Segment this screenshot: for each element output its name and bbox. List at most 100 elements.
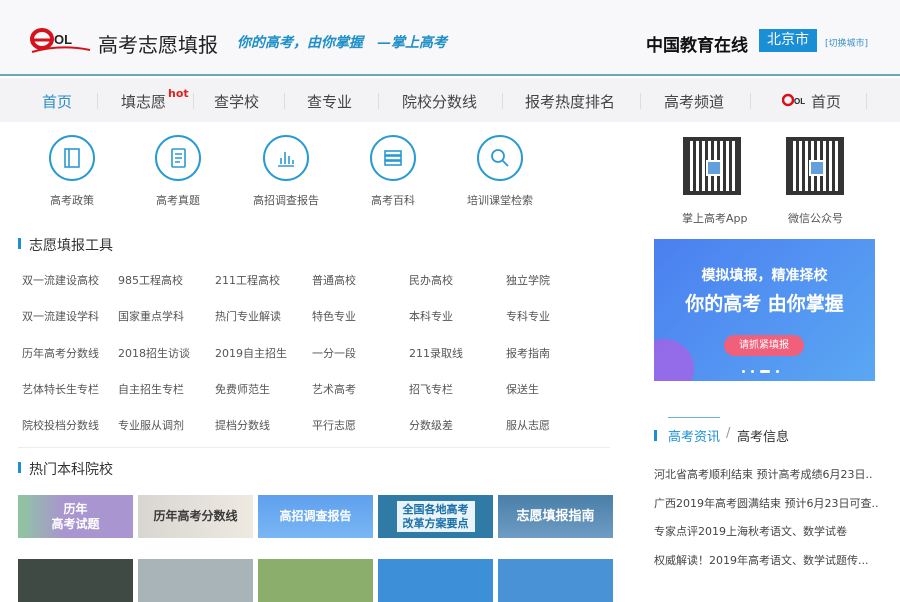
promo-banner[interactable]: 模拟填报，精准择校 你的高考 由你掌握 请抓紧填报 xyxy=(654,239,875,381)
nav-divider xyxy=(284,93,285,109)
tool-link[interactable]: 专业服从调剂 xyxy=(118,417,184,433)
nav-fill-application[interactable]: 填志愿 xyxy=(121,91,166,112)
promo-fill-button[interactable]: 请抓紧填报 xyxy=(724,335,804,356)
quick-link-real-exams[interactable]: 高考真题 xyxy=(133,135,223,208)
nav-divider xyxy=(193,93,194,109)
tool-link[interactable]: 国家重点学科 xyxy=(118,308,184,324)
banner-application-guide[interactable]: 志愿填报指南 xyxy=(498,495,613,538)
banner-more[interactable] xyxy=(18,559,133,602)
promo-line2: 你的高考 由你掌握 xyxy=(685,293,844,315)
header: OL 高考志愿填报 你的高考，由你掌握 —掌上高考 中国教育在线 北京市 [切换… xyxy=(0,0,900,76)
tool-link[interactable]: 招飞专栏 xyxy=(409,381,453,397)
qr-label-app: 掌上高考App xyxy=(682,212,748,225)
banner-past-scores[interactable]: 历年高考分数线 xyxy=(138,495,253,538)
tool-link[interactable]: 2019自主招生 xyxy=(215,345,287,361)
nav-divider xyxy=(750,93,751,109)
banner-more[interactable] xyxy=(138,559,253,602)
tool-link[interactable]: 保送生 xyxy=(506,381,539,397)
tool-link[interactable]: 民办高校 xyxy=(409,272,453,288)
slogan: 你的高考，由你掌握 —掌上高考 xyxy=(237,35,447,51)
tool-link[interactable]: 本科专业 xyxy=(409,308,453,324)
nav-popularity-ranking[interactable]: 报考热度排名 xyxy=(525,91,615,112)
tab-gaokao-news[interactable]: 高考资讯 xyxy=(668,426,720,445)
book-icon xyxy=(49,135,95,181)
tab-underline xyxy=(668,417,720,418)
tool-link[interactable]: 免费师范生 xyxy=(215,381,270,397)
tool-link[interactable]: 报考指南 xyxy=(506,345,550,361)
tool-link[interactable]: 专科专业 xyxy=(506,308,550,324)
section-marker xyxy=(654,430,657,441)
brand-name[interactable]: 中国教育在线 xyxy=(646,31,748,56)
tool-link[interactable]: 自主招生专栏 xyxy=(118,381,184,397)
nav-gaokao-channel[interactable]: 高考频道 xyxy=(664,91,724,112)
hot-badge: hot xyxy=(168,87,189,100)
nav-school-scores[interactable]: 院校分数线 xyxy=(402,91,477,112)
qr-code-app xyxy=(683,137,741,195)
qr-code-wechat xyxy=(786,137,844,195)
eol-logo-small: OL xyxy=(782,93,805,107)
tool-link[interactable]: 院校投档分数线 xyxy=(22,417,99,433)
svg-text:OL: OL xyxy=(794,97,805,106)
tool-link[interactable]: 平行志愿 xyxy=(312,417,356,433)
tool-link[interactable]: 普通高校 xyxy=(312,272,356,288)
section-divider xyxy=(18,447,610,448)
quick-link-label: 培训课堂检索 xyxy=(467,194,533,207)
quick-link-encyclopedia[interactable]: 高考百科 xyxy=(348,135,438,208)
banner-text: 全国各地高考 改革方案要点 xyxy=(396,501,475,532)
svg-text:OL: OL xyxy=(54,32,72,47)
promo-line1: 模拟填报，精准择校 xyxy=(701,268,828,284)
banner-reform-plans[interactable]: 全国各地高考 改革方案要点 xyxy=(378,495,493,538)
tool-link[interactable]: 特色专业 xyxy=(312,308,356,324)
quick-link-survey-report[interactable]: 高招调查报告 xyxy=(241,135,331,208)
tab-gaokao-info[interactable]: 高考信息 xyxy=(737,426,789,445)
eol-logo[interactable]: OL xyxy=(30,26,92,56)
banner-survey-report[interactable]: 高招调查报告 xyxy=(258,495,373,538)
nav-search-school[interactable]: 查学校 xyxy=(214,91,259,112)
banner-more[interactable] xyxy=(378,559,493,602)
tool-link[interactable]: 211录取线 xyxy=(409,345,463,361)
tool-link[interactable]: 提档分数线 xyxy=(215,417,270,433)
tool-link[interactable]: 985工程高校 xyxy=(118,272,183,288)
document-icon xyxy=(155,135,201,181)
quick-link-label: 高考政策 xyxy=(50,194,94,207)
tool-link[interactable]: 热门专业解读 xyxy=(215,308,281,324)
tool-link[interactable]: 艺体特长生专栏 xyxy=(22,381,99,397)
tool-link[interactable]: 2018招生访谈 xyxy=(118,345,190,361)
banner-more[interactable] xyxy=(498,559,613,602)
qr-label-wechat: 微信公众号 xyxy=(788,212,843,225)
tool-link[interactable]: 双一流建设学科 xyxy=(22,308,99,324)
carousel-dots[interactable] xyxy=(742,370,779,373)
quick-link-label: 高考真题 xyxy=(156,194,200,207)
search-icon xyxy=(477,135,523,181)
news-item[interactable]: 河北省高考顺利结束 预计高考成绩6月23日.. xyxy=(654,466,884,482)
nav-eol-home[interactable]: 首页 xyxy=(811,91,841,112)
switch-city-link[interactable]: [切换城市] xyxy=(825,36,868,49)
section-title-tools: 志愿填报工具 xyxy=(18,235,113,255)
decor-circle xyxy=(654,339,694,381)
nav-divider xyxy=(502,93,503,109)
banner-more[interactable] xyxy=(258,559,373,602)
tool-link[interactable]: 双一流建设高校 xyxy=(22,272,99,288)
nav-divider xyxy=(866,93,867,109)
city-badge: 北京市 xyxy=(759,29,817,52)
tool-link[interactable]: 分数级差 xyxy=(409,417,453,433)
banner-past-exams[interactable]: 历年 高考试题 xyxy=(18,495,133,538)
tool-link[interactable]: 服从志愿 xyxy=(506,417,550,433)
tool-link[interactable]: 一分一段 xyxy=(312,345,356,361)
quick-link-label: 高招调查报告 xyxy=(253,194,319,207)
tool-link[interactable]: 211工程高校 xyxy=(215,272,280,288)
nav-search-major[interactable]: 查专业 xyxy=(307,91,352,112)
section-title-hot-schools: 热门本科院校 xyxy=(18,459,113,479)
quick-link-policy[interactable]: 高考政策 xyxy=(27,135,117,208)
tool-link[interactable]: 历年高考分数线 xyxy=(22,345,99,361)
quick-link-training-search[interactable]: 培训课堂检索 xyxy=(455,135,545,208)
tool-link[interactable]: 独立学院 xyxy=(506,272,550,288)
news-item[interactable]: 广西2019年高考圆满结束 预计6月23日可查.. xyxy=(654,495,884,511)
bar-chart-icon xyxy=(263,135,309,181)
site-title: 高考志愿填报 xyxy=(98,33,218,57)
news-item[interactable]: 专家点评2019上海秋考语文、数学试卷 xyxy=(654,523,884,539)
tool-link[interactable]: 艺术高考 xyxy=(312,381,356,397)
nav-divider xyxy=(97,93,98,109)
nav-home[interactable]: 首页 xyxy=(42,91,72,112)
news-item[interactable]: 权威解读！2019年高考语文、数学试题传... xyxy=(654,552,884,568)
